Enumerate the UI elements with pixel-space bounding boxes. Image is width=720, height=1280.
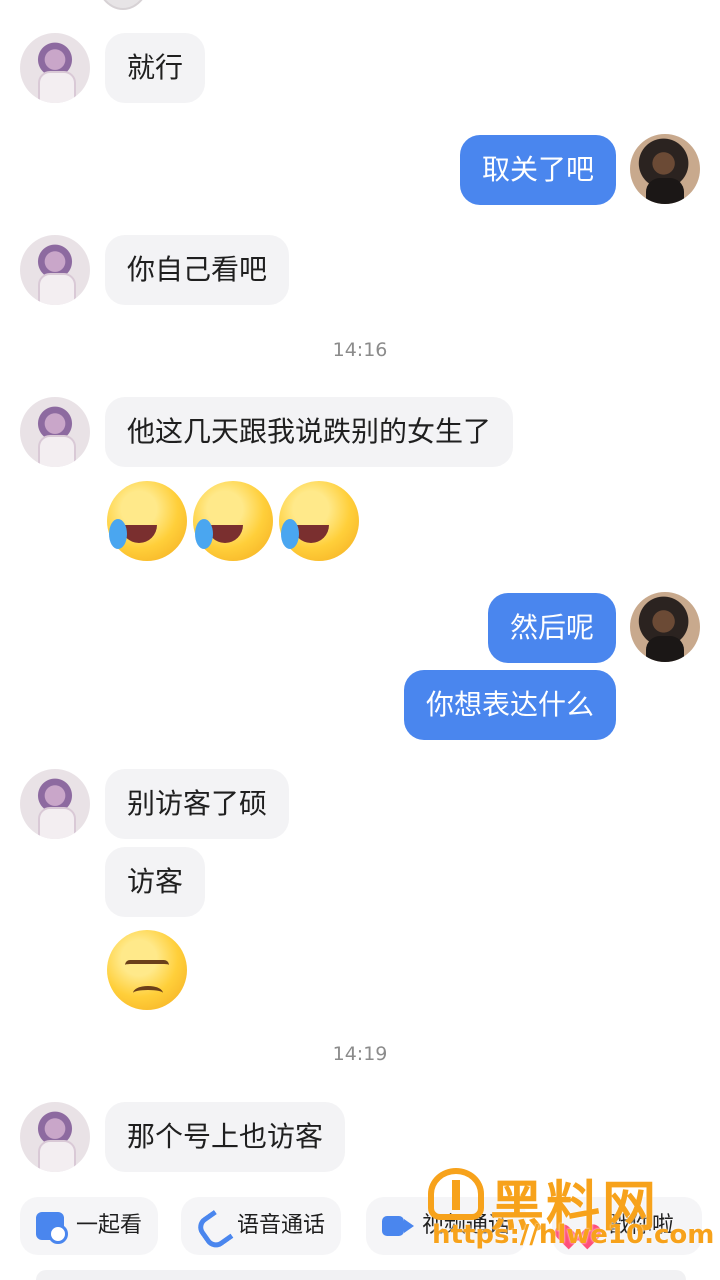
quick-action-bar: 一起看 语音通话 视频通话 戳你啦: [0, 1197, 720, 1257]
unamused-face-icon[interactable]: [107, 930, 187, 1010]
message-bubble-outgoing[interactable]: 然后呢: [487, 593, 616, 663]
poke-button[interactable]: 戳你啦: [552, 1197, 702, 1255]
contact-avatar[interactable]: [20, 1102, 90, 1172]
avatar-partial: [95, 0, 151, 10]
face-with-tears-of-joy-icon[interactable]: [193, 481, 273, 561]
video-call-button[interactable]: 视频通话: [366, 1197, 527, 1255]
timestamp: 14:16: [332, 339, 388, 361]
timestamp: 14:19: [332, 1043, 388, 1065]
video-call-label: 视频通话: [422, 1213, 511, 1238]
message-bubble-outgoing[interactable]: 取关了吧: [459, 135, 616, 205]
face-with-tears-of-joy-icon[interactable]: [107, 481, 187, 561]
message-bubble-outgoing[interactable]: 你想表达什么: [403, 670, 616, 740]
watch-together-label: 一起看: [76, 1213, 143, 1238]
message-bubble-incoming[interactable]: 访客: [105, 847, 206, 917]
contact-avatar[interactable]: [20, 397, 90, 467]
phone-icon: [197, 1212, 225, 1240]
video-camera-icon: [382, 1216, 414, 1236]
face-with-tears-of-joy-icon[interactable]: [279, 481, 359, 561]
self-avatar[interactable]: [630, 134, 700, 204]
voice-call-button[interactable]: 语音通话: [181, 1197, 342, 1255]
watch-together-icon: [36, 1212, 68, 1244]
contact-avatar[interactable]: [20, 235, 90, 305]
message-bubble-incoming[interactable]: 那个号上也访客: [105, 1102, 346, 1172]
message-bubble-incoming[interactable]: 他这几天跟我说跌别的女生了: [105, 397, 514, 467]
poke-label: 戳你啦: [608, 1213, 675, 1238]
input-bar-edge: [36, 1270, 686, 1280]
heart-icon: [566, 1212, 594, 1238]
voice-call-label: 语音通话: [237, 1213, 326, 1238]
contact-avatar[interactable]: [20, 769, 90, 839]
watch-together-button[interactable]: 一起看: [20, 1197, 159, 1255]
message-bubble-incoming[interactable]: 别访客了硕: [105, 769, 290, 839]
message-bubble-incoming[interactable]: 就行: [105, 33, 206, 103]
self-avatar[interactable]: [630, 592, 700, 662]
message-bubble-incoming[interactable]: 你自己看吧: [105, 235, 290, 305]
contact-avatar[interactable]: [20, 33, 90, 103]
